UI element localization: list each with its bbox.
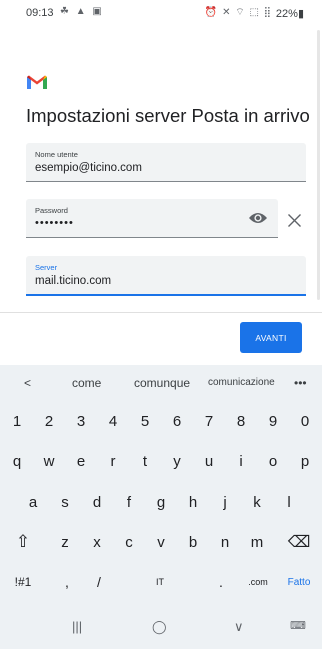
- key[interactable]: 2: [34, 405, 64, 437]
- shift-key-icon[interactable]: ⇧: [6, 526, 40, 558]
- show-password-eye-icon[interactable]: [248, 211, 268, 225]
- key[interactable]: f: [114, 486, 144, 518]
- slash-key[interactable]: /: [86, 566, 112, 598]
- password-field[interactable]: Password ••••••••: [26, 199, 278, 238]
- key[interactable]: k: [242, 486, 272, 518]
- divider: [0, 312, 322, 313]
- next-button[interactable]: AVANTI: [240, 322, 302, 353]
- back-icon[interactable]: ∨: [234, 619, 244, 635]
- dotcom-key[interactable]: .com: [240, 566, 276, 598]
- backspace-key-icon[interactable]: ⌫: [282, 526, 316, 558]
- key[interactable]: r: [98, 445, 128, 477]
- suggestion-item[interactable]: comunicazione: [208, 377, 275, 388]
- scroll-indicator[interactable]: [317, 30, 320, 300]
- key[interactable]: w: [34, 445, 64, 477]
- notification-icons: ☘ ▲ ▣: [60, 6, 104, 17]
- key[interactable]: 7: [194, 405, 224, 437]
- key[interactable]: u: [194, 445, 224, 477]
- key[interactable]: a: [18, 486, 48, 518]
- keyboard: < come comunque comunicazione ••• 1 2 3 …: [0, 365, 322, 649]
- server-value[interactable]: mail.ticino.com: [35, 275, 111, 287]
- symbols-key[interactable]: !#1: [6, 566, 40, 598]
- key[interactable]: d: [82, 486, 112, 518]
- key[interactable]: b: [178, 526, 208, 558]
- key[interactable]: 1: [2, 405, 32, 437]
- password-label: Password: [35, 206, 68, 215]
- battery-indicator: 22%▮: [275, 8, 304, 20]
- keyboard-switch-icon[interactable]: ⌨: [290, 619, 306, 632]
- key[interactable]: e: [66, 445, 96, 477]
- suggestion-item[interactable]: comunque: [134, 376, 190, 390]
- comma-key[interactable]: ,: [54, 566, 80, 598]
- gmail-logo-icon: [27, 75, 47, 89]
- key[interactable]: 4: [98, 405, 128, 437]
- key[interactable]: t: [130, 445, 160, 477]
- key[interactable]: z: [50, 526, 80, 558]
- key[interactable]: s: [50, 486, 80, 518]
- page-title: Impostazioni server Posta in arrivo: [26, 105, 310, 126]
- username-value[interactable]: esempio@ticino.com: [35, 162, 142, 174]
- key[interactable]: p: [290, 445, 320, 477]
- clock: 09:13: [26, 7, 54, 19]
- key[interactable]: j: [210, 486, 240, 518]
- key[interactable]: 8: [226, 405, 256, 437]
- username-label: Nome utente: [35, 150, 78, 159]
- system-status-icons: ⏰ ✕ ⌔ ⬚ ⣿: [204, 7, 272, 18]
- key[interactable]: n: [210, 526, 240, 558]
- home-icon[interactable]: ◯: [152, 619, 167, 635]
- suggestion-back-chevron-icon[interactable]: <: [24, 376, 31, 390]
- suggestion-item[interactable]: come: [72, 376, 101, 390]
- server-field[interactable]: Server mail.ticino.com: [26, 256, 306, 296]
- key[interactable]: 9: [258, 405, 288, 437]
- key[interactable]: l: [274, 486, 304, 518]
- key[interactable]: y: [162, 445, 192, 477]
- status-bar: 09:13 ☘ ▲ ▣ ⏰ ✕ ⌔ ⬚ ⣿ 22%▮: [0, 0, 322, 26]
- recents-icon[interactable]: |||: [72, 619, 82, 634]
- key[interactable]: g: [146, 486, 176, 518]
- key[interactable]: x: [82, 526, 112, 558]
- space-key[interactable]: IT: [118, 566, 202, 598]
- username-field[interactable]: Nome utente esempio@ticino.com: [26, 143, 306, 182]
- done-key[interactable]: Fatto: [280, 566, 318, 598]
- period-key[interactable]: .: [208, 566, 234, 598]
- key[interactable]: c: [114, 526, 144, 558]
- server-label: Server: [35, 263, 58, 272]
- key[interactable]: h: [178, 486, 208, 518]
- password-value[interactable]: ••••••••: [35, 217, 74, 229]
- key[interactable]: o: [258, 445, 288, 477]
- clear-password-close-icon[interactable]: [287, 213, 302, 228]
- key[interactable]: v: [146, 526, 176, 558]
- suggestion-bar: < come comunque comunicazione •••: [0, 365, 322, 401]
- key[interactable]: 0: [290, 405, 320, 437]
- key[interactable]: 3: [66, 405, 96, 437]
- navigation-bar: ||| ◯ ∨ ⌨: [0, 608, 322, 649]
- key[interactable]: 5: [130, 405, 160, 437]
- suggestion-more-icon[interactable]: •••: [294, 376, 307, 390]
- key[interactable]: q: [2, 445, 32, 477]
- key[interactable]: i: [226, 445, 256, 477]
- key[interactable]: 6: [162, 405, 192, 437]
- key[interactable]: m: [242, 526, 272, 558]
